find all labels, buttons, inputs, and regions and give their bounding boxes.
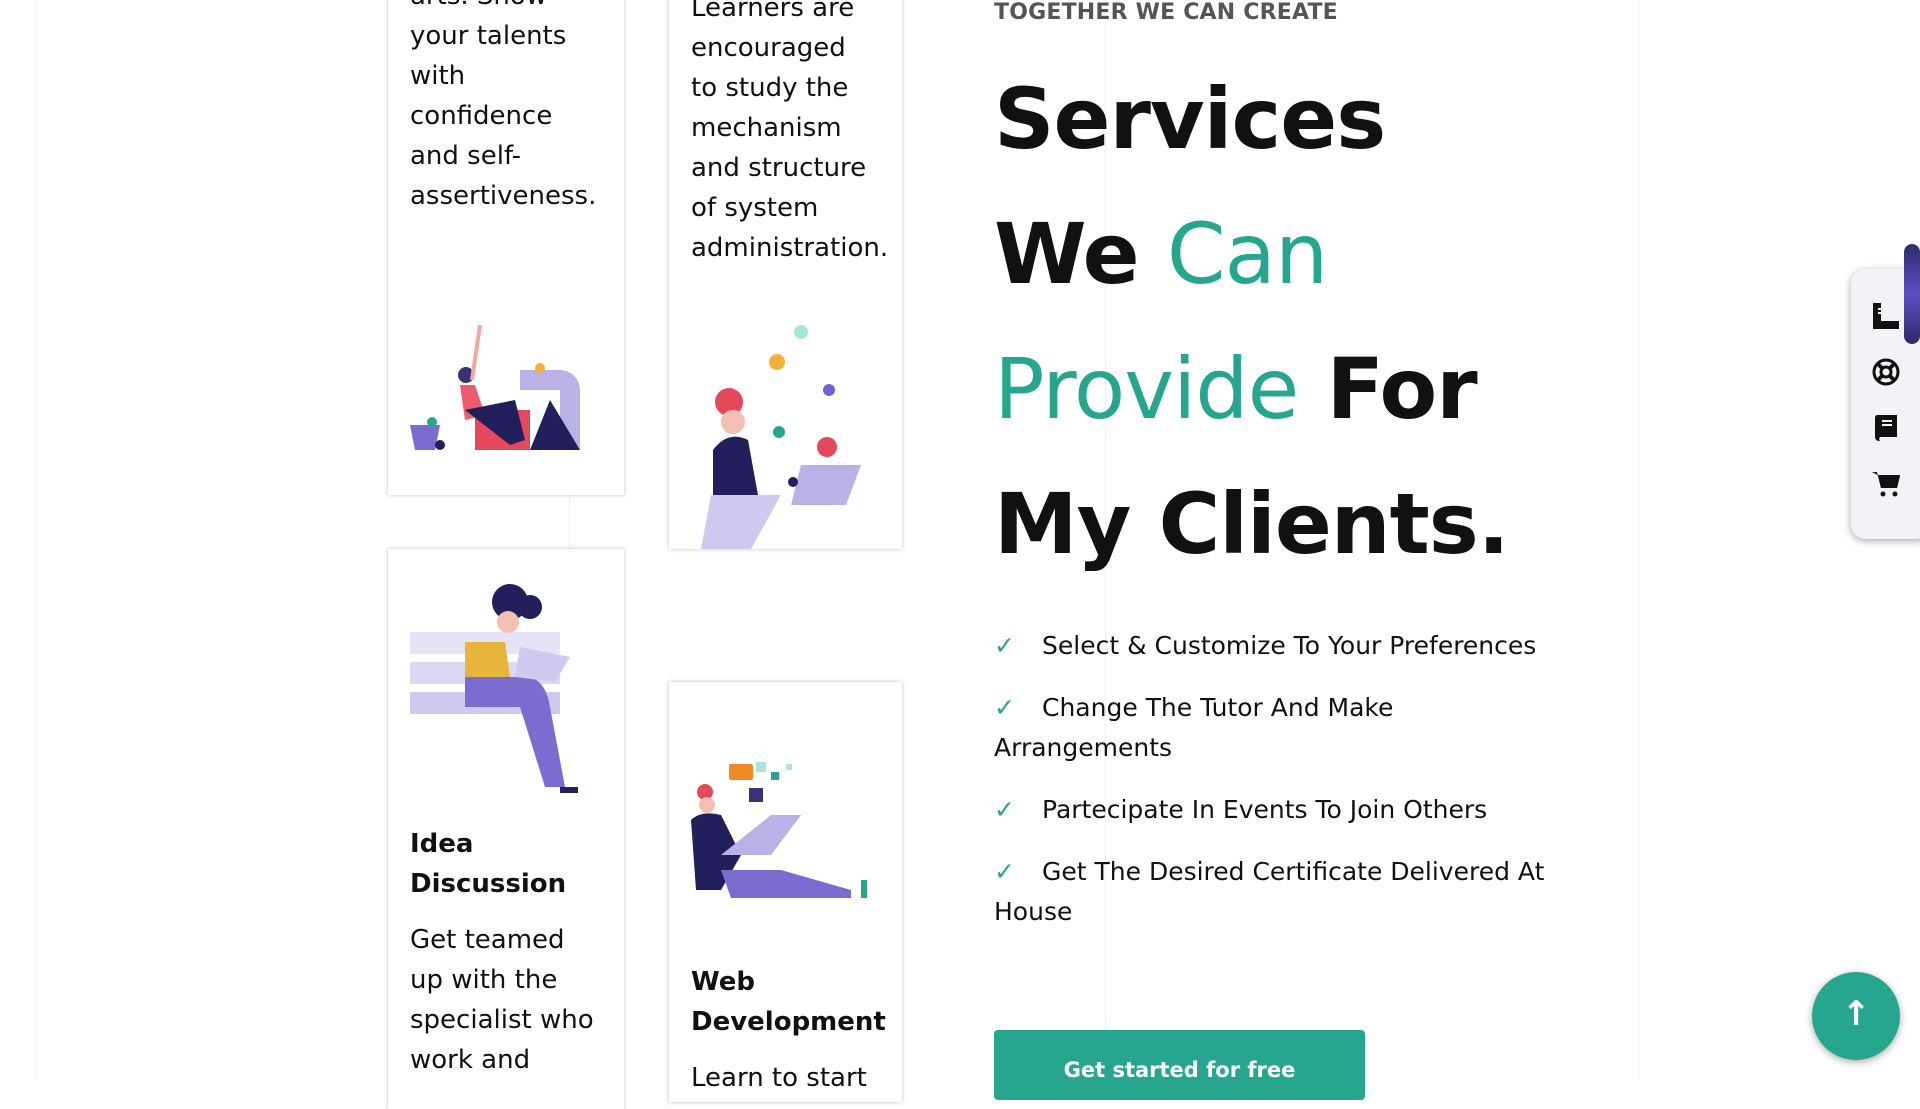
section-heading: Services We Can Provide For My Clients.	[994, 70, 1510, 573]
scroll-to-top-button[interactable]: ↑	[1812, 972, 1900, 1060]
illustration-artist	[410, 324, 580, 450]
book-icon[interactable]	[1869, 413, 1903, 447]
service-card: Learners are encouraged to study the mechan…	[669, 0, 902, 549]
card-title: Web Development	[691, 967, 886, 1037]
arrow-up-icon: ↑	[1841, 994, 1871, 1034]
feature-checklist: ✓ Select & Customize To Your Preferences …	[994, 626, 1554, 954]
service-card: arts. Showyour talentswithconfidenceand …	[388, 0, 624, 495]
grid-line	[1638, 0, 1639, 1080]
card-title: Idea Discussion	[410, 829, 567, 899]
illustration-web-development	[691, 762, 867, 898]
check-icon: ✓	[994, 857, 1015, 886]
illustration-laptop-learner	[701, 325, 861, 549]
illustration-idea-discussion	[410, 584, 578, 793]
get-started-button[interactable]: Get started for free	[994, 1030, 1365, 1100]
card-text: Get teamed up with the specialist who work …	[410, 925, 594, 1075]
check-icon: ✓	[994, 693, 1015, 722]
checklist-item: ✓ Get The Desired Certificate Delivered A…	[994, 852, 1554, 932]
cart-icon[interactable]	[1869, 469, 1903, 503]
grid-line	[36, 0, 37, 1080]
check-icon: ✓	[994, 795, 1015, 824]
ruler-icon[interactable]	[1869, 301, 1903, 335]
scrollbar-thumb[interactable]	[1904, 244, 1920, 344]
card-text: Learn to start	[691, 1063, 867, 1093]
card-text: Learners are encouraged to study the mechan…	[691, 0, 889, 263]
lifebuoy-icon[interactable]	[1869, 357, 1903, 391]
card-text: arts. Showyour talentswithconfidenceand …	[410, 0, 597, 211]
service-card: Web Development Learn to start	[669, 682, 902, 1102]
checklist-item: ✓ Change The Tutor And Make Arrangements	[994, 688, 1554, 768]
checklist-item: ✓ Select & Customize To Your Preferences	[994, 626, 1554, 666]
checklist-item: ✓ Partecipate In Events To Join Others	[994, 790, 1554, 830]
section-eyebrow: TOGETHER WE CAN CREATE	[994, 0, 1338, 25]
service-card: Idea Discussion Get teamed up with the spec…	[388, 549, 624, 1109]
check-icon: ✓	[994, 631, 1015, 660]
